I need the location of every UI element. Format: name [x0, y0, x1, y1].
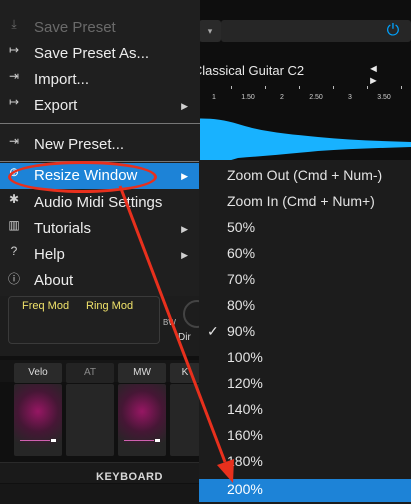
annotation-arrow	[118, 185, 234, 483]
